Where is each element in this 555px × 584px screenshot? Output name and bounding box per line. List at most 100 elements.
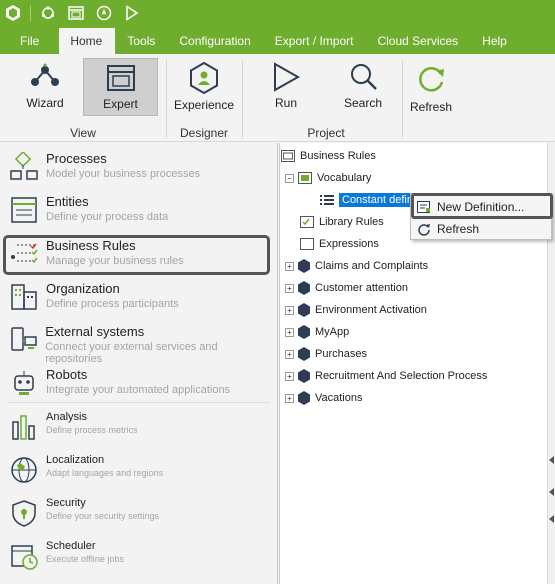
menu-file[interactable]: File	[0, 28, 59, 54]
nav-item-processes[interactable]: Processes Model your business processes	[8, 151, 272, 183]
expand-icon[interactable]: +	[285, 349, 294, 359]
nav-subtitle: Execute offline jobs	[46, 554, 124, 564]
nav-title: Entities	[46, 194, 89, 209]
nav-item-entities[interactable]: Entities Define your process data	[8, 194, 272, 226]
tree-node-app[interactable]: + Purchases	[285, 344, 367, 364]
nav-item-scheduler[interactable]: Scheduler Execute offline jobs	[8, 540, 272, 572]
nav-title: Processes	[46, 151, 107, 166]
experience-icon	[190, 62, 218, 94]
expand-icon[interactable]: +	[285, 327, 294, 337]
experience-button[interactable]: Experience	[172, 58, 236, 116]
nav-subtitle: Adapt languages and regions	[46, 468, 164, 478]
tree-node-vocabulary[interactable]: − Vocabulary	[285, 168, 371, 188]
analysis-icon	[8, 411, 40, 443]
tree-node-expressions[interactable]: Expressions	[300, 234, 379, 254]
organization-icon	[8, 281, 40, 313]
menu-bar: File Home Tools Configuration Export / I…	[0, 26, 555, 54]
run-button[interactable]: Run	[258, 58, 314, 116]
tree-node-label: Library Rules	[319, 216, 384, 228]
folder-window-icon	[281, 150, 295, 162]
tree-node-app[interactable]: + MyApp	[285, 322, 349, 342]
toolbar-separator	[30, 5, 31, 21]
refresh-menu-item[interactable]: Refresh	[411, 218, 551, 240]
app-hexagon-icon	[298, 347, 310, 361]
app-hexagon-icon	[298, 303, 310, 317]
expand-icon[interactable]: +	[285, 393, 294, 403]
tree-node-app[interactable]: + Recruitment And Selection Process	[285, 366, 487, 386]
menu-help[interactable]: Help	[470, 28, 519, 54]
app-hexagon-icon	[298, 325, 310, 339]
vocabulary-icon	[298, 172, 312, 184]
nav-subtitle: Model your business processes	[46, 168, 201, 180]
nav-item-external-systems[interactable]: External systems Connect your external se…	[8, 324, 272, 365]
tree-node-constant-definitions[interactable]: Constant defin	[320, 190, 416, 210]
tree-node-label: Recruitment And Selection Process	[315, 370, 488, 382]
scroll-arrow-icon[interactable]	[549, 488, 554, 496]
library-rules-icon	[300, 216, 314, 228]
tree-node-label: Vacations	[315, 392, 363, 404]
nav-item-business-rules[interactable]: Business Rules Manage your business rules	[8, 238, 272, 270]
expert-button[interactable]: Expert	[83, 58, 158, 116]
tree-root-label: Business Rules	[300, 150, 376, 162]
menu-cloud-services[interactable]: Cloud Services	[365, 28, 470, 54]
nav-title: Security	[46, 497, 86, 509]
nav-title: Business Rules	[46, 238, 136, 253]
app-logo-icon	[2, 2, 24, 24]
menu-configuration[interactable]: Configuration	[167, 28, 262, 54]
menu-item-highlight	[411, 193, 553, 219]
scroll-arrow-icon[interactable]	[549, 456, 554, 464]
group-label-view: View	[70, 126, 96, 140]
globe-icon	[8, 454, 40, 486]
nav-title: Scheduler	[46, 540, 96, 552]
expert-icon	[106, 65, 135, 91]
app-hexagon-icon	[298, 281, 310, 295]
search-icon	[351, 64, 377, 90]
menu-export-import[interactable]: Export / Import	[263, 28, 366, 54]
wizard-icon	[31, 63, 59, 86]
ribbon: Wizard Expert View Experience Designer R…	[0, 54, 555, 142]
search-button[interactable]: Search	[334, 58, 392, 116]
run-label: Run	[274, 96, 297, 110]
play-icon[interactable]	[121, 2, 143, 24]
nav-subtitle: Connect your external services and repos…	[45, 341, 218, 365]
nav-item-robots[interactable]: Robots Integrate your automated applicati…	[8, 367, 272, 399]
wizard-button[interactable]: Wizard	[8, 58, 82, 116]
refresh-button[interactable]: Refresh	[405, 58, 457, 116]
collapse-icon[interactable]: −	[285, 173, 294, 183]
sync-icon[interactable]	[37, 2, 59, 24]
nav-title: Organization	[46, 281, 120, 296]
external-systems-icon	[8, 324, 39, 356]
nav-title: Robots	[46, 367, 88, 382]
expand-icon[interactable]: +	[285, 305, 294, 315]
expand-icon[interactable]: +	[285, 283, 294, 293]
wizard-label: Wizard	[26, 96, 64, 110]
tree-node-label: Claims and Complaints	[315, 260, 429, 272]
tree-node-app[interactable]: + Environment Activation	[285, 300, 427, 320]
tree-node-library-rules[interactable]: Library Rules	[300, 212, 384, 232]
tree-node-label: Environment Activation	[315, 304, 427, 316]
menu-home[interactable]: Home	[59, 28, 116, 54]
title-bar	[0, 0, 555, 26]
robot-icon	[8, 367, 40, 399]
nav-subtitle: Define process metrics	[46, 425, 138, 435]
nav-subtitle: Define process participants	[46, 298, 179, 310]
tree-node-app[interactable]: + Customer attention	[285, 278, 408, 298]
run-icon	[274, 62, 301, 92]
nav-item-localization[interactable]: Localization Adapt languages and regions	[8, 454, 272, 486]
window-icon[interactable]	[65, 2, 87, 24]
tree-node-app[interactable]: + Vacations	[285, 388, 363, 408]
context-menu: New Definition... Refresh	[410, 193, 553, 240]
business-rules-icon	[8, 238, 40, 270]
expand-icon[interactable]: +	[285, 261, 294, 271]
tree-node-app[interactable]: + Claims and Complaints	[285, 256, 428, 276]
nav-item-organization[interactable]: Organization Define process participants	[8, 281, 272, 313]
scroll-arrow-icon[interactable]	[549, 515, 554, 523]
menu-tools[interactable]: Tools	[115, 28, 167, 54]
compass-icon[interactable]	[93, 2, 115, 24]
nav-item-analysis[interactable]: Analysis Define process metrics	[8, 411, 272, 443]
nav-item-security[interactable]: Security Define your security settings	[8, 497, 272, 529]
expand-icon[interactable]: +	[285, 371, 294, 381]
tree-root[interactable]: Business Rules	[281, 146, 376, 166]
nav-title: External systems	[45, 324, 145, 339]
app-hexagon-icon	[298, 391, 310, 405]
